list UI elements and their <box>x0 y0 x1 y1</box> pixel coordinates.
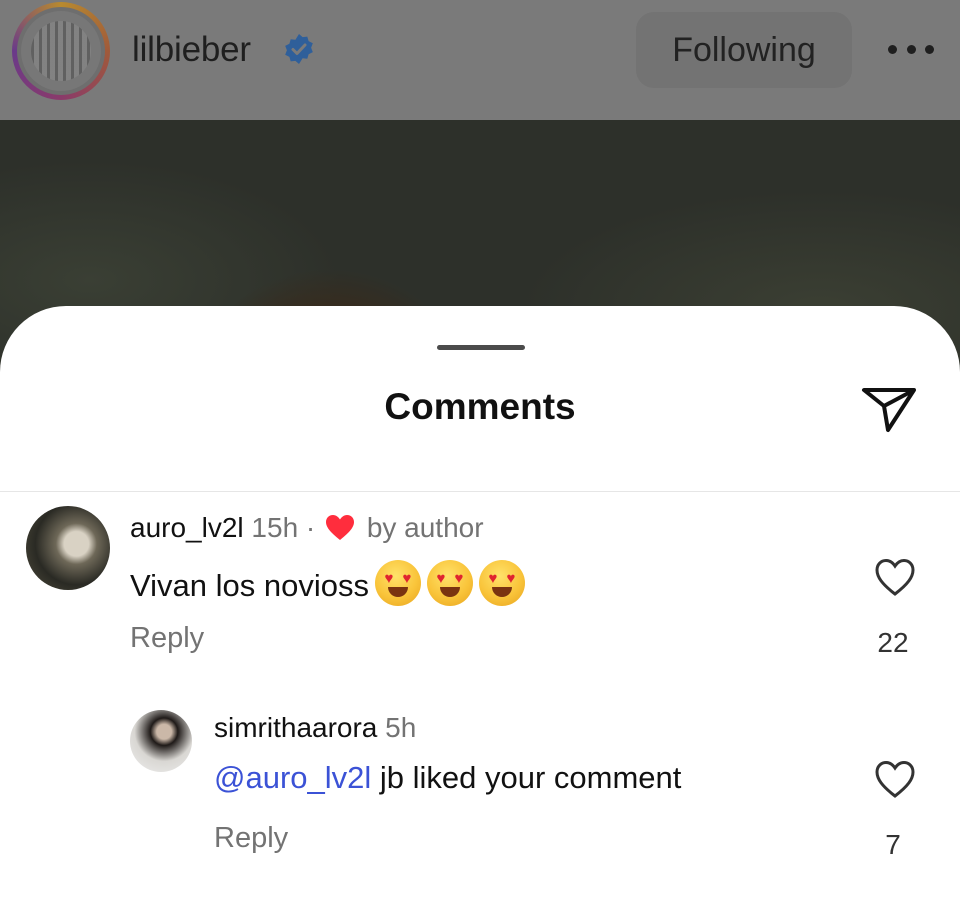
verified-badge-icon <box>285 34 313 64</box>
sheet-drag-handle[interactable] <box>437 345 525 350</box>
reply-button[interactable]: Reply <box>130 622 204 655</box>
like-heart-icon[interactable] <box>874 557 916 597</box>
post-header: lilbieber Following <box>0 0 960 120</box>
comment-body: Vivan los novioss <box>130 568 369 603</box>
share-icon[interactable] <box>860 384 918 434</box>
like-count: 22 <box>877 627 909 658</box>
profile-avatar[interactable] <box>12 2 110 100</box>
commenter-avatar[interactable] <box>130 710 192 772</box>
sheet-divider <box>0 491 960 492</box>
sheet-title: Comments <box>384 386 576 427</box>
reply-button[interactable]: Reply <box>214 822 288 855</box>
comment-time: 15h <box>251 512 299 543</box>
mention-link[interactable]: @auro_lv2l <box>214 760 371 795</box>
comment-username[interactable]: auro_lv2l <box>130 512 244 543</box>
like-count: 7 <box>885 829 901 860</box>
liked-by-author-label: by author <box>366 512 484 543</box>
comment-header: simrithaarora 5h <box>214 712 416 744</box>
comment-text: @auro_lv2l jb liked your comment <box>214 760 681 796</box>
app-frame: lilbieber Following Comments auro_lv2l 1… <box>0 0 960 905</box>
more-options-icon[interactable] <box>888 45 934 55</box>
commenter-avatar[interactable] <box>26 506 110 590</box>
meta-separator: · <box>305 512 316 543</box>
comment-text: Vivan los novioss ♥ ♥ ♥ ♥ ♥ ♥ <box>130 560 525 606</box>
heart-eyes-emoji: ♥ ♥ <box>374 560 421 606</box>
following-button[interactable]: Following <box>636 12 852 88</box>
comment-body: jb liked your comment <box>371 760 682 795</box>
header-username[interactable]: lilbieber <box>132 30 251 70</box>
heart-eyes-emoji: ♥ ♥ <box>426 560 473 606</box>
author-liked-heart-icon <box>326 515 355 540</box>
like-heart-icon[interactable] <box>874 759 916 799</box>
comments-sheet: Comments auro_lv2l 15h · by author Vivan… <box>0 306 960 905</box>
comment-username[interactable]: simrithaarora <box>214 712 377 743</box>
heart-eyes-emoji: ♥ ♥ <box>478 560 525 606</box>
comment-time: 5h <box>385 712 417 743</box>
comment-header: auro_lv2l 15h · by author <box>130 512 484 544</box>
